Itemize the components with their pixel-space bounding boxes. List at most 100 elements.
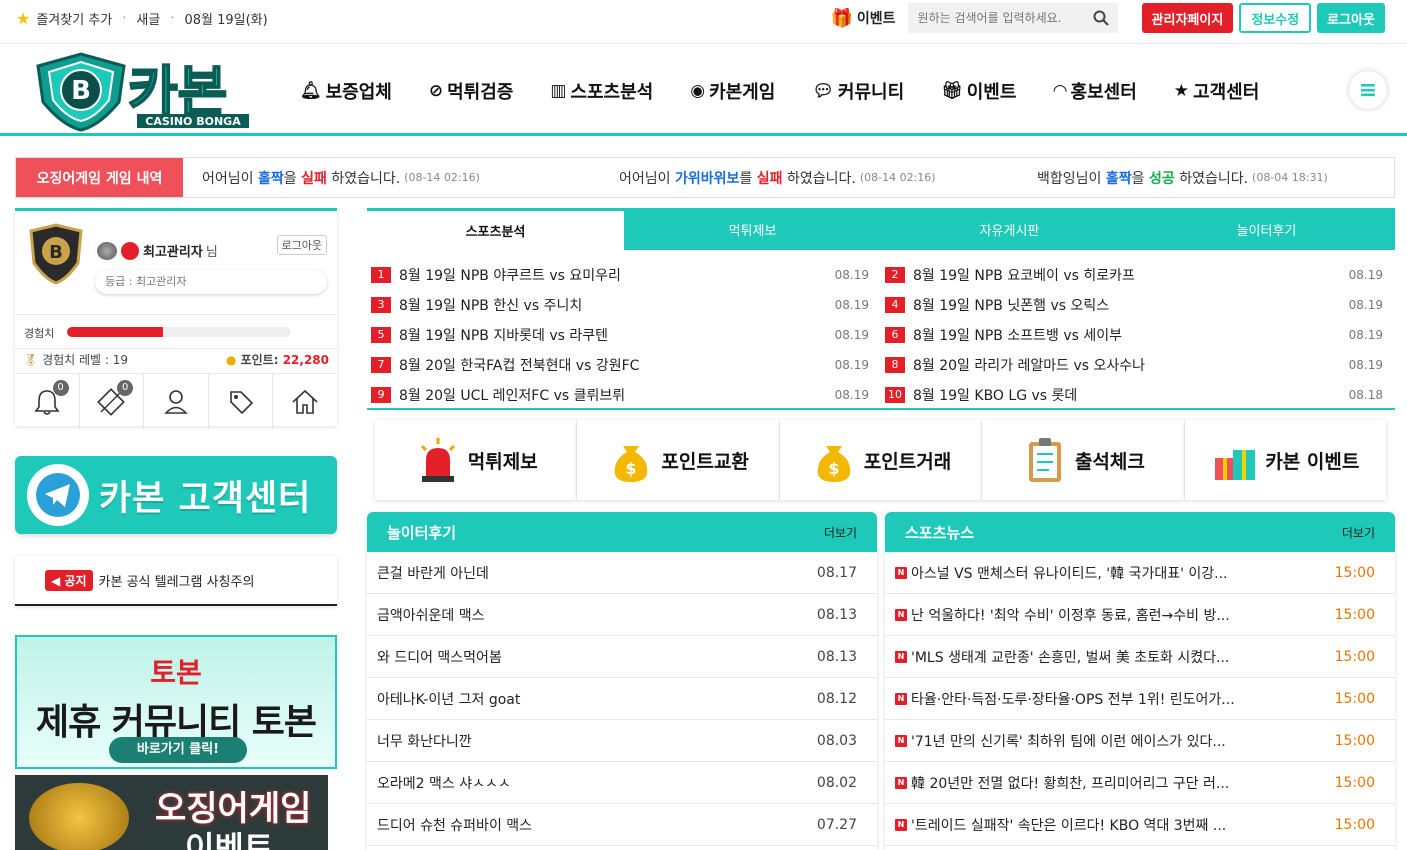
list-item[interactable]: 오라메2 맥스 샤ㅅㅅㅅ 08.02 <box>367 762 877 804</box>
nav-item-support[interactable]: ★ 고객센터 <box>1174 78 1260 104</box>
post-title: 8월 19일 NPB 야쿠르트 vs 요미우리 <box>399 268 621 284</box>
new-posts-link[interactable]: 새글 <box>136 9 160 28</box>
nav-item-community[interactable]: 💬︎ 커뮤니티 <box>812 78 904 104</box>
separator-dot: · <box>122 10 127 26</box>
coin-icon: ● <box>225 353 237 367</box>
new-badge: N <box>895 734 907 747</box>
search-button[interactable] <box>1084 3 1118 33</box>
ticker-item[interactable]: 어어 님이 홀짝 을 실패 하였습니다. (08-14 02:16) <box>202 158 480 197</box>
nav-item-guarantee[interactable]: 🔔︎ 보증업체 <box>300 78 392 104</box>
notice-tag: ◀︎ 공지 <box>45 569 93 591</box>
tab-sports-analysis[interactable]: 스포츠분석 <box>367 208 624 250</box>
list-item[interactable]: 드디어 슈천 슈퍼바이 맥스 07.27 <box>367 804 877 846</box>
exp-row: 경험치 <box>15 314 337 349</box>
list-item[interactable]: 큰걸 바란게 아닌데 08.17 <box>367 552 877 594</box>
list-item[interactable]: 6 8월 19일 NPB 소프트뱅 vs 세이부 08.19 <box>881 320 1391 350</box>
logo-subtext: CASINO BONGA <box>145 115 241 128</box>
nav-item-carbon-game[interactable]: ◉ 카본게임 <box>690 78 775 104</box>
ticker-tail: 하였습니다. <box>786 170 856 187</box>
list-item[interactable]: N 韓 20년만 전멸 없다! 황희찬, 프리미어리그 구단 러... 15:00 <box>885 762 1395 804</box>
list-item[interactable]: N 'MLS 생태계 교란종' 손흥민, 벌써 美 초토화 시켰다... 15:00 <box>885 636 1395 678</box>
list-item[interactable]: 4 8월 19일 NPB 닛폰햄 vs 오릭스 08.19 <box>881 290 1391 320</box>
more-link[interactable]: 더보기 <box>824 524 857 541</box>
quick-point-exchange[interactable]: $ 포인트교환 <box>577 420 779 500</box>
ticker-result: 성공 <box>1148 170 1175 187</box>
rank-number: 8 <box>885 357 905 373</box>
telegram-support-banner[interactable]: 카본 고객센터 <box>15 456 337 534</box>
list-item[interactable]: 1 8월 19일 NPB 야쿠르트 vs 요미우리 08.19 <box>367 260 877 290</box>
list-item[interactable]: 2 8월 19일 NPB 요코베이 vs 히로카프 08.19 <box>881 260 1391 290</box>
more-link[interactable]: 더보기 <box>1342 524 1375 541</box>
list-item[interactable]: N '71년 만의 신기록' 최하위 팀에 이런 에이스가 있다... 15:00 <box>885 720 1395 762</box>
coupon-button[interactable] <box>209 374 274 429</box>
squid-game-event-banner[interactable]: 오징어게임 이벤트 <box>15 775 328 850</box>
list-item[interactable]: 너무 화난다니깐 08.03 <box>367 720 877 762</box>
star-icon: ★ <box>16 8 31 28</box>
profile-name[interactable]: 최고관리자 님 <box>97 241 218 260</box>
nav-label: 보증업체 <box>325 82 392 103</box>
tab-scam-report[interactable]: 먹튀제보 <box>624 208 881 250</box>
ticker-game: 홀짝 <box>257 170 284 187</box>
list-item[interactable]: N 난 억울하다! '최악 수비' 이정후 동료, 홈런→수비 방... 15:00 <box>885 594 1395 636</box>
nav-item-scam-verify[interactable]: ⊘ 먹튀검증 <box>429 78 514 104</box>
quick-attendance[interactable]: 출석체크 <box>982 420 1184 500</box>
quick-point-trade[interactable]: $ 포인트거래 <box>779 420 982 500</box>
home-button[interactable] <box>273 374 337 429</box>
list-item[interactable]: 9 8월 20일 UCL 레인저FC vs 클뤼브뤼 08.19 <box>367 380 877 410</box>
site-logo[interactable]: B 카본 CASINO BONGA <box>33 50 258 132</box>
rank-number: 4 <box>885 297 905 313</box>
list-item[interactable]: 8 8월 20일 라리가 레알마드 vs 오사수나 08.19 <box>881 350 1391 380</box>
item-time: 15:00 <box>1334 564 1375 581</box>
item-title: 타율·안타·득점·도루·장타율·OPS 전부 1위! 린도어가... <box>911 691 1235 708</box>
list-item[interactable]: 7 8월 20일 한국FA컵 전북현대 vs 강원FC 08.19 <box>367 350 877 380</box>
ticker-item[interactable]: 어어 님이 가위바위보 를 실패 하였습니다. (08-14 02:16) <box>619 158 936 197</box>
list-item[interactable]: 와 드디어 맥스먹어봄 08.13 <box>367 636 877 678</box>
item-time: 15:00 <box>1334 774 1375 791</box>
event-link[interactable]: 🎁 이벤트 <box>830 8 895 29</box>
quick-scam-report[interactable]: 먹튀제보 <box>375 420 577 500</box>
gift-box-icon <box>1215 450 1256 480</box>
item-title: '71년 만의 신기록' 최하위 팀에 이런 에이스가 있다... <box>911 733 1226 750</box>
post-title: 8월 19일 NPB 한신 vs 주니치 <box>399 298 583 314</box>
ticker-item[interactable]: 백합잉 님이 홀짝 을 성공 하였습니다. (08-04 18:31) <box>1037 158 1328 197</box>
notice-bar[interactable]: ◀︎ 공지 카본 공식 텔레그램 사칭주의 <box>15 556 337 606</box>
list-item[interactable]: 10 8월 19일 KBO LG vs 롯데 08.18 <box>881 380 1391 410</box>
list-item[interactable]: 아테나K-이년 그저 goat 08.12 <box>367 678 877 720</box>
bookmark-link[interactable]: 즐겨찾기 추가 <box>36 9 112 28</box>
ticker-josa: 를 <box>739 170 753 187</box>
nav-item-promo[interactable]: ◠ 홍보센터 <box>1053 78 1136 104</box>
item-title: '트레이드 실패작' 속단은 이르다! KBO 역대 3번째 ... <box>911 817 1227 834</box>
list-item[interactable]: 5 8월 19일 NPB 지바롯데 vs 라쿠텐 08.19 <box>367 320 877 350</box>
search-input[interactable] <box>907 3 1084 33</box>
list-item[interactable]: 금액아쉬운데 맥스 08.13 <box>367 594 877 636</box>
list-item[interactable]: N 타율·안타·득점·도루·장타율·OPS 전부 1위! 린도어가... 15:00 <box>885 678 1395 720</box>
svg-text:$: $ <box>626 459 637 478</box>
quick-carbon-event[interactable]: 카본 이벤트 <box>1184 420 1387 500</box>
logout-button[interactable]: 로그아웃 <box>1317 3 1385 33</box>
notification-button[interactable]: 0 <box>15 374 80 429</box>
list-item[interactable]: N 아스널 VS 맨체스터 유나이티드, '韓 국가대표' 이강... 15:00 <box>885 552 1395 594</box>
ticker-suffix: 님이 <box>227 170 254 187</box>
memo-count: 0 <box>117 380 134 396</box>
item-time: 15:00 <box>1334 690 1375 707</box>
ticker-user: 어어 <box>202 170 228 187</box>
profile-logout-button[interactable]: 로그아웃 <box>276 235 327 255</box>
edit-profile-button[interactable]: 정보수정 <box>1239 3 1312 33</box>
list-item[interactable]: N '트레이드 실패작' 속단은 이르다! KBO 역대 3번째 ... 15:00 <box>885 804 1395 846</box>
separator-dot: · <box>170 10 175 26</box>
banner2-line2: 이벤트 <box>185 829 274 850</box>
toboon-partner-banner[interactable]: 토본 제휴 커뮤니티 토본 바로가기 클릭! <box>15 635 337 769</box>
menu-button[interactable]: ≡ <box>1349 71 1387 109</box>
points-row: ● 포인트: 22,280 <box>226 351 329 368</box>
tab-playground-review[interactable]: 놀이터후기 <box>1138 208 1395 250</box>
nav-item-sports-analysis[interactable]: ▥ 스포츠분석 <box>550 78 653 104</box>
my-info-button[interactable] <box>144 374 209 429</box>
tab-free-board[interactable]: 자유게시판 <box>881 208 1138 250</box>
admin-page-button[interactable]: 관리자페이지 <box>1141 3 1234 33</box>
list-item[interactable]: 3 8월 19일 NPB 한신 vs 주니치 08.19 <box>367 290 877 320</box>
rank-number: 1 <box>371 267 391 283</box>
nav-item-event[interactable]: 🎁︎ 이벤트 <box>941 78 1016 104</box>
item-date: 08.03 <box>816 732 857 749</box>
memo-button[interactable]: 0 <box>80 374 145 429</box>
rank-number: 7 <box>371 357 391 373</box>
